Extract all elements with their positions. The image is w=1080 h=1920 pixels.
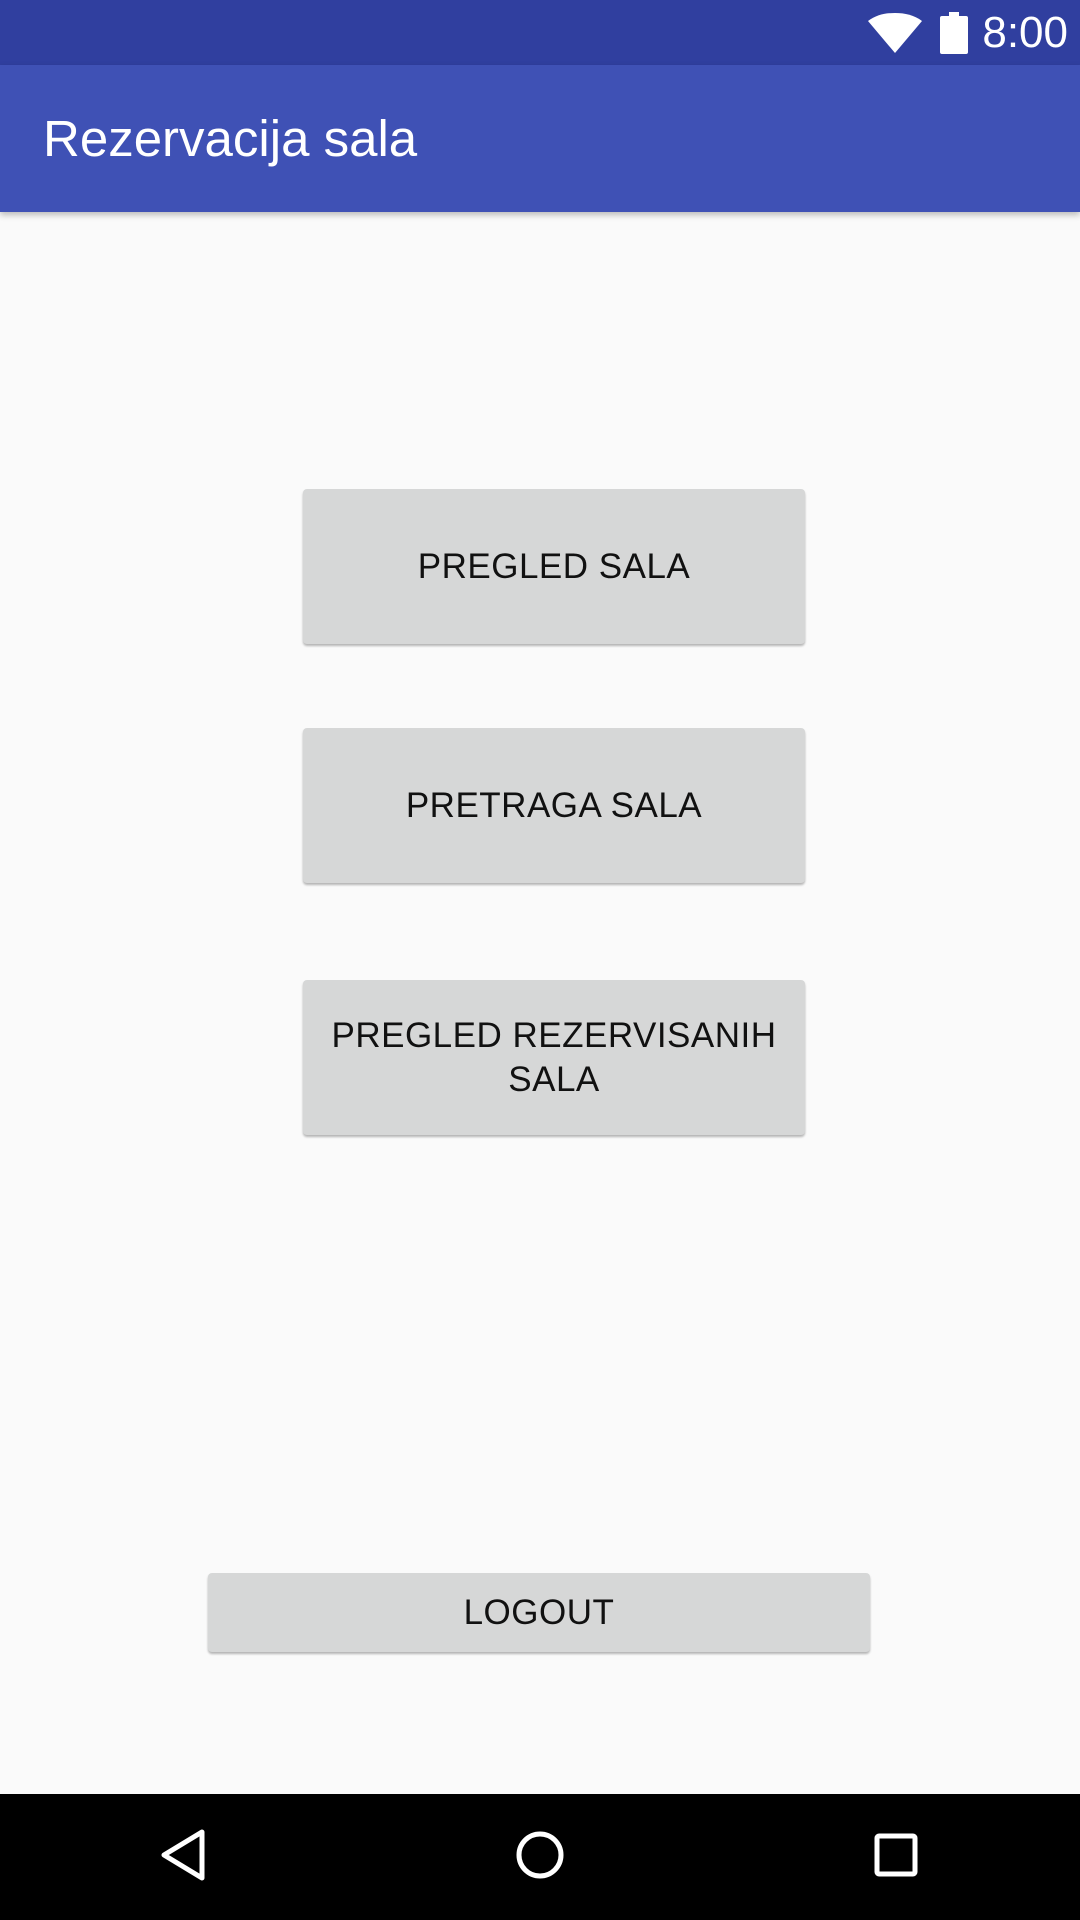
- battery-icon: [940, 11, 969, 54]
- status-bar: 8:00: [0, 0, 1080, 65]
- pretraga-sala-button[interactable]: PRETRAGA SALA: [303, 728, 805, 883]
- navigation-bar: [0, 1794, 1080, 1920]
- back-button[interactable]: [123, 1794, 243, 1920]
- pregled-rezervisanih-sala-button[interactable]: PREGLED REZERVISANIH SALA: [303, 980, 805, 1135]
- back-icon: [159, 1829, 207, 1886]
- wifi-icon: [868, 12, 923, 53]
- home-button[interactable]: [480, 1794, 600, 1920]
- home-icon: [515, 1830, 565, 1885]
- page-title: Rezervacija sala: [43, 110, 418, 167]
- pregled-sala-button[interactable]: PREGLED SALA: [303, 489, 805, 644]
- logout-button[interactable]: LOGOUT: [208, 1573, 870, 1652]
- status-time: 8:00: [982, 8, 1068, 57]
- recent-apps-button[interactable]: [836, 1794, 956, 1920]
- app-bar: Rezervacija sala: [0, 65, 1080, 212]
- status-icons: 8:00: [868, 0, 1068, 65]
- recent-apps-icon: [874, 1833, 918, 1882]
